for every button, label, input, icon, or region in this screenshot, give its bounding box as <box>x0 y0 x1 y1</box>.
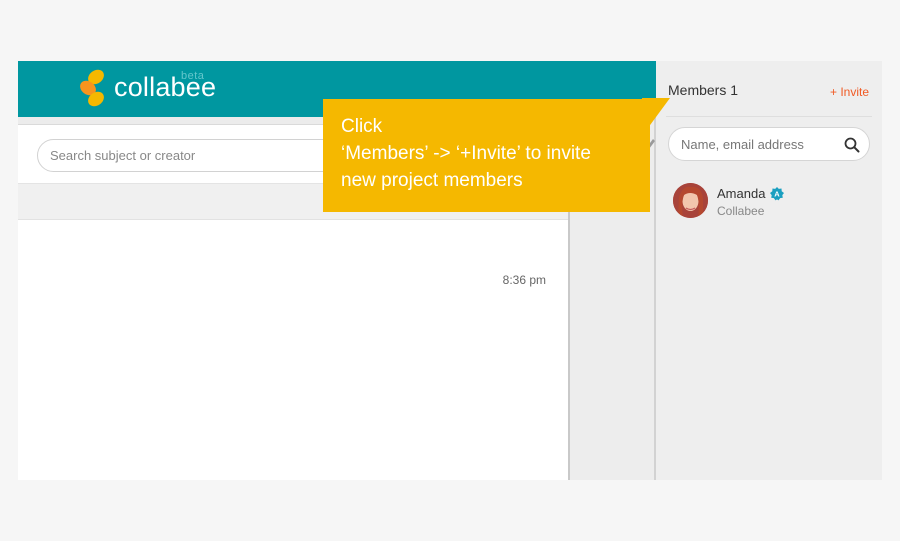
beta-badge: beta <box>181 70 205 82</box>
collabee-logo-icon <box>80 69 104 107</box>
invite-button[interactable]: + Invite <box>830 85 869 99</box>
panel-divider <box>666 116 872 117</box>
callout-line-2: ‘Members’ -> ‘+Invite’ to invite <box>341 143 591 164</box>
admin-badge-icon: A <box>770 187 784 201</box>
search-icon[interactable] <box>844 137 860 153</box>
member-org: Collabee <box>717 204 765 218</box>
member-search-input[interactable] <box>669 128 869 160</box>
callout-text: Click ‘Members’ -> ‘+Invite’ to invite n… <box>341 113 632 194</box>
subject-search-input[interactable] <box>38 140 346 171</box>
callout-line-1: Click <box>341 116 383 137</box>
subject-search-box <box>37 139 347 172</box>
members-panel: Members 1 + Invite Amanda A <box>656 61 882 480</box>
badge-letter: A <box>774 190 780 199</box>
instruction-callout: Click ‘Members’ -> ‘+Invite’ to invite n… <box>323 99 650 212</box>
avatar-portrait-icon <box>673 183 708 218</box>
avatar <box>673 183 708 218</box>
member-item[interactable]: Amanda A Collabee <box>673 183 873 223</box>
member-name: Amanda <box>717 186 766 201</box>
members-title[interactable]: Members 1 <box>668 82 738 98</box>
collabee-logo[interactable]: collabee beta <box>78 68 216 108</box>
callout-line-3: new project members <box>341 170 523 191</box>
row-timestamp: 8:36 pm <box>502 273 546 287</box>
member-search-box <box>668 127 870 161</box>
